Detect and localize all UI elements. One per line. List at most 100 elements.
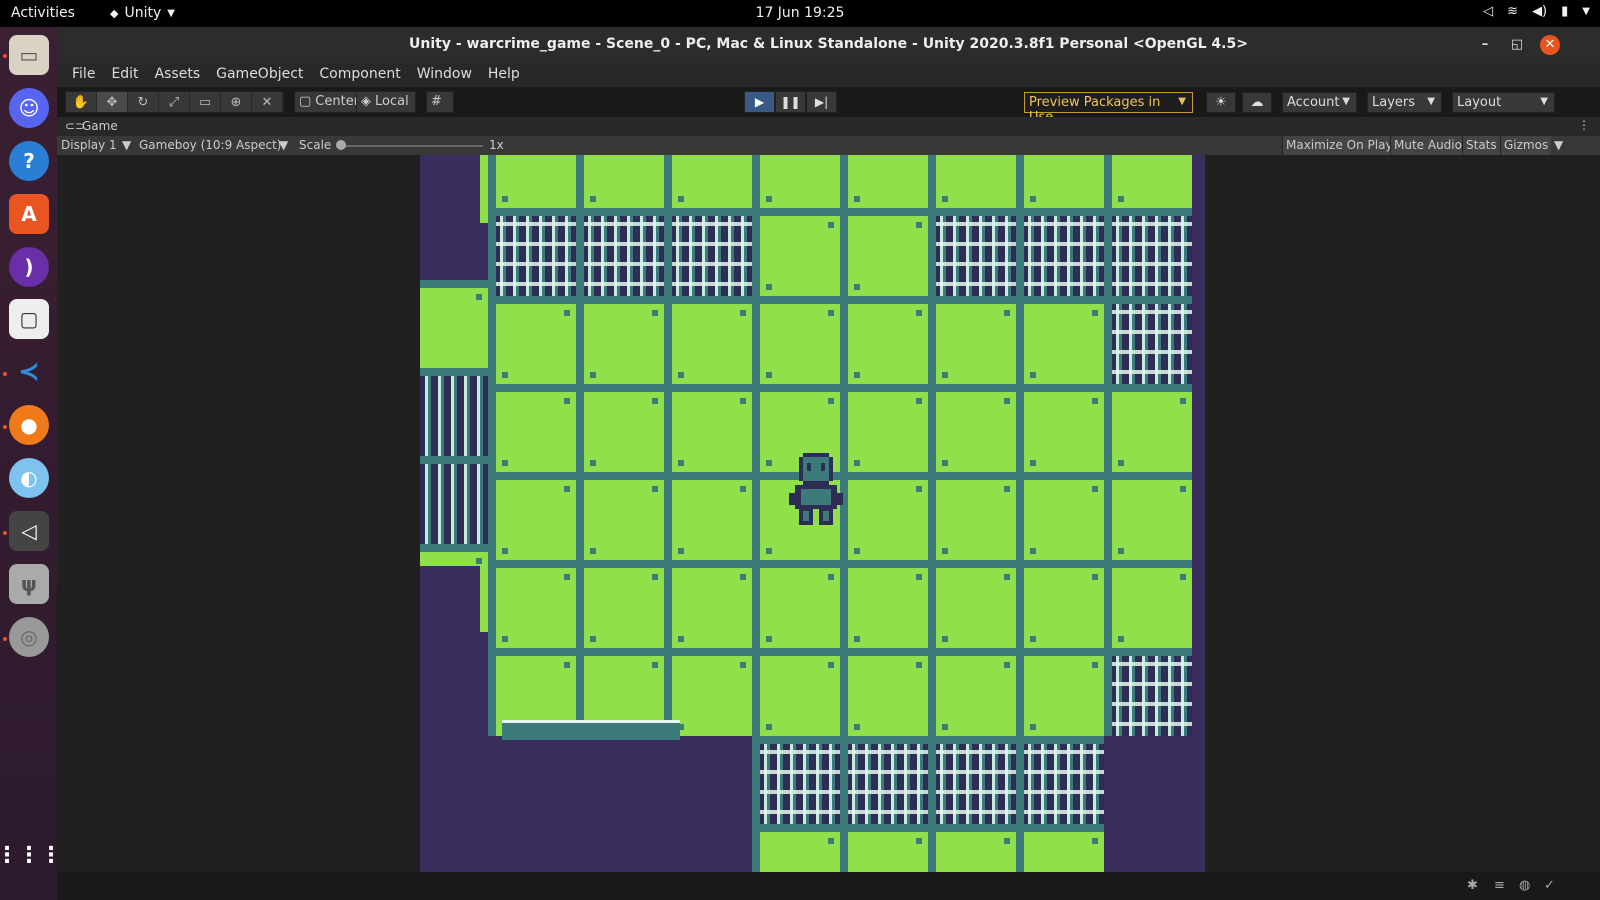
app-menu[interactable]: ◆ Unity ▼ <box>110 5 175 21</box>
mute-audio-toggle[interactable]: Mute Audio <box>1390 136 1465 155</box>
maximize-on-play-toggle[interactable]: Maximize On Play <box>1282 136 1396 155</box>
chevron-down-icon[interactable]: ▼ <box>279 138 288 152</box>
rotate-tool-icon[interactable]: ↻ <box>128 92 159 112</box>
grass-tile <box>1104 560 1192 648</box>
wifi-icon[interactable]: ≋ <box>1507 4 1518 19</box>
rock-tile <box>840 736 928 824</box>
layout-dropdown[interactable]: Layout ▼ <box>1452 92 1555 113</box>
grass-tile <box>928 155 1016 208</box>
step-button[interactable]: ▶| <box>806 91 837 113</box>
menu-edit[interactable]: Edit <box>103 63 146 87</box>
grass-tile <box>488 155 576 208</box>
podcast-icon[interactable]: ) <box>9 247 49 287</box>
layers-icon[interactable]: ≡ <box>1494 878 1505 893</box>
grass-tile <box>1104 472 1192 560</box>
grass-tile <box>840 155 928 208</box>
check-icon[interactable]: ✓ <box>1544 878 1555 893</box>
grass-tile <box>928 648 1016 736</box>
grass-tile <box>576 155 664 208</box>
grass-tile <box>840 472 928 560</box>
preview-packages-dropdown[interactable]: Preview Packages in Use ▼ <box>1024 92 1193 125</box>
firefox-icon[interactable]: ● <box>9 405 49 445</box>
files-icon[interactable]: ▭ <box>9 35 49 75</box>
game-canvas[interactable] <box>420 155 1205 872</box>
local-icon: ◈ <box>361 94 371 109</box>
help-icon[interactable]: ? <box>9 141 49 181</box>
scale-tool-icon[interactable]: ⤢ <box>159 92 190 112</box>
system-tray[interactable]: ◁ ≋ ◀) ▮ ▼ <box>1483 4 1590 19</box>
bug-icon[interactable]: ✱ <box>1467 878 1478 893</box>
game-view-area[interactable] <box>57 155 1600 872</box>
rock-tile <box>1016 208 1104 296</box>
vscode-icon[interactable]: ≺ <box>9 352 49 392</box>
restore-icon[interactable]: ◱ <box>1507 35 1527 55</box>
grid-snap-icon: # <box>431 94 442 109</box>
game-view-tab[interactable]: ⊂⊃ Game ⋮ <box>57 117 1600 136</box>
pause-button[interactable]: ❚❚ <box>775 91 806 113</box>
menu-assets[interactable]: Assets <box>147 63 209 87</box>
rock-tile <box>752 736 840 824</box>
activities-button[interactable]: Activities <box>11 5 75 21</box>
account-label: Account <box>1287 95 1340 110</box>
move-tool-icon[interactable]: ✥ <box>97 92 128 112</box>
rect-tool-icon[interactable]: ▭ <box>190 92 221 112</box>
clock[interactable]: 17 Jun 19:25 <box>756 5 845 21</box>
apps-grid-icon[interactable]: ⋮⋮⋮ <box>0 835 62 875</box>
system-top-bar: Activities ◆ Unity ▼ 17 Jun 19:25 ◁ ≋ ◀)… <box>0 0 1600 27</box>
grid-snap-button[interactable]: # <box>426 91 454 113</box>
play-button[interactable]: ▶ <box>744 91 775 113</box>
menu-window[interactable]: Window <box>409 63 480 87</box>
menu-component[interactable]: Component <box>311 63 408 87</box>
grass-tile <box>840 208 928 296</box>
aspect-dropdown[interactable]: Gameboy (10:9 Aspect) <box>139 138 282 152</box>
usb-icon[interactable]: ψ <box>9 564 49 604</box>
display-dropdown[interactable]: Display 1 <box>61 138 117 152</box>
gizmos-toggle[interactable]: Gizmos <box>1500 136 1552 155</box>
menu-gameobject[interactable]: GameObject <box>208 63 311 87</box>
stats-toggle[interactable]: Stats <box>1462 136 1500 155</box>
scale-slider-handle[interactable] <box>336 140 346 150</box>
menu-help[interactable]: Help <box>480 63 528 87</box>
layers-dropdown[interactable]: Layers ▼ <box>1367 92 1442 113</box>
transform-tool-icon[interactable]: ⊕ <box>221 92 252 112</box>
unity-tray-icon[interactable]: ◁ <box>1483 4 1493 19</box>
grass-tile <box>576 296 664 384</box>
window-titlebar[interactable]: Unity - warcrime_game - Scene_0 - PC, Ma… <box>57 27 1600 63</box>
void-area <box>420 155 480 278</box>
scale-slider-track[interactable] <box>343 145 483 147</box>
chevron-down-icon[interactable]: ▼ <box>122 138 131 152</box>
chevron-down-icon[interactable]: ▼ <box>1554 138 1563 152</box>
account-dropdown[interactable]: Account ▼ <box>1282 92 1357 113</box>
dock: ▭ ☺ ? A ) ▢ ≺ ● ◐ ◁ ψ ◎ ⋮⋮⋮ <box>0 27 62 900</box>
scale-label: Scale <box>299 138 332 152</box>
menu-file[interactable]: File <box>64 63 103 87</box>
volume-icon[interactable]: ◀) <box>1532 4 1547 19</box>
pivot-center-label: Center <box>315 94 360 109</box>
unity-icon[interactable]: ◁ <box>9 511 49 551</box>
collab-button[interactable]: ☀ <box>1206 92 1236 113</box>
hand-tool-icon[interactable]: ✋ <box>66 92 97 112</box>
twitch-icon[interactable]: ▢ <box>9 299 49 339</box>
chevron-down-icon: ▼ <box>167 7 175 19</box>
software-icon[interactable]: A <box>9 194 49 234</box>
close-icon[interactable]: ✕ <box>1540 35 1560 55</box>
more-options-icon[interactable]: ⋮ <box>1578 118 1590 132</box>
discord-icon[interactable]: ☺ <box>9 88 49 128</box>
disc-icon[interactable]: ◎ <box>9 617 49 657</box>
grass-tile <box>752 560 840 648</box>
grass-tile <box>1016 824 1104 872</box>
chevron-down-icon[interactable]: ▼ <box>1582 6 1590 17</box>
scale-value: 1x <box>489 138 504 152</box>
battery-icon[interactable]: ▮ <box>1561 4 1568 19</box>
step-icon: ▶| <box>814 95 829 109</box>
cloud-button[interactable]: ☁ <box>1242 92 1272 113</box>
pivot-local-label: Local <box>375 94 409 109</box>
chevron-down-icon: ▼ <box>1540 96 1548 107</box>
custom-tool-icon[interactable]: ✕ <box>252 92 283 112</box>
photo-icon[interactable]: ◐ <box>9 458 49 498</box>
display-label: Display 1 <box>61 138 117 152</box>
minimize-icon[interactable]: – <box>1475 35 1495 55</box>
menu-bar: File Edit Assets GameObject Component Wi… <box>57 63 1600 87</box>
network-icon[interactable]: ◍ <box>1519 878 1530 893</box>
pivot-local-toggle[interactable]: ◈ Local <box>356 91 416 113</box>
